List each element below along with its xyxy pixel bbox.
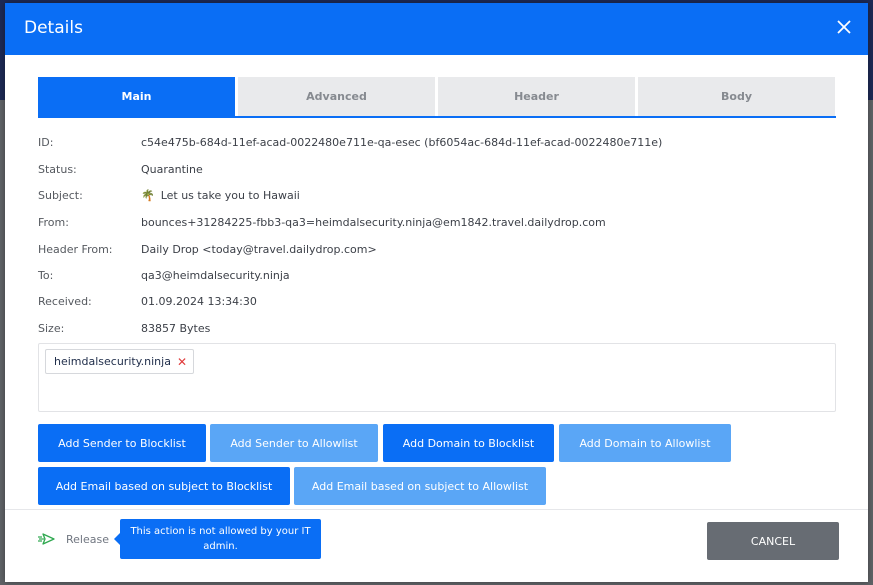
detail-label: Received: [38, 294, 92, 308]
detail-value-from: bounces+31284225-fbb3-qa3=heimdalsecurit… [141, 215, 606, 229]
release-button[interactable]: Release [38, 532, 109, 546]
detail-value-header-from: Daily Drop <today@travel.dailydrop.com> [141, 242, 377, 256]
close-icon[interactable] [834, 17, 854, 37]
detail-value-size: 83857 Bytes [141, 321, 211, 335]
detail-label: Status: [38, 162, 77, 176]
detail-value-to: qa3@heimdalsecurity.ninja [141, 268, 290, 282]
detail-label: To: [38, 268, 54, 282]
add-sender-allowlist-button[interactable]: Add Sender to Allowlist [210, 424, 378, 462]
release-label: Release [66, 532, 109, 546]
detail-row-received: Received: 01.09.2024 13:34:30 [38, 293, 257, 309]
detail-value-received: 01.09.2024 13:34:30 [141, 294, 257, 308]
detail-label: From: [38, 215, 69, 229]
detail-label: ID: [38, 135, 54, 149]
add-email-subject-allowlist-button[interactable]: Add Email based on subject to Allowlist [294, 467, 546, 505]
detail-label: Size: [38, 321, 65, 335]
tab-body[interactable]: Body [638, 77, 835, 116]
footer-divider [5, 509, 868, 510]
tab-bar: Main Advanced Header Body [38, 77, 836, 118]
detail-label: Header From: [38, 242, 113, 256]
tab-advanced[interactable]: Advanced [238, 77, 435, 116]
detail-row-header-from: Header From: Daily Drop <today@travel.da… [38, 241, 377, 257]
tab-main[interactable]: Main [38, 77, 235, 116]
domain-tags-input[interactable]: heimdalsecurity.ninja ✕ [38, 343, 836, 412]
detail-row-size: Size: 83857 Bytes [38, 320, 210, 336]
detail-row-subject: Subject: 🌴 Let us take you to Hawaii [38, 187, 300, 203]
tab-header[interactable]: Header [438, 77, 635, 116]
release-tooltip: This action is not allowed by your IT ad… [114, 519, 321, 559]
detail-value-status: Quarantine [141, 162, 203, 176]
detail-label: Subject: [38, 188, 83, 202]
send-icon [38, 533, 55, 545]
cancel-button[interactable]: CANCEL [707, 522, 839, 560]
add-domain-allowlist-button[interactable]: Add Domain to Allowlist [559, 424, 731, 462]
domain-tag-label: heimdalsecurity.ninja [54, 355, 171, 368]
detail-value-subject: Let us take you to Hawaii [160, 188, 300, 202]
close-icon[interactable]: ✕ [177, 355, 187, 369]
add-domain-blocklist-button[interactable]: Add Domain to Blocklist [383, 424, 554, 462]
detail-row-id: ID: c54e475b-684d-11ef-acad-0022480e711e… [38, 134, 662, 150]
detail-value-id: c54e475b-684d-11ef-acad-0022480e711e-qa-… [141, 135, 663, 149]
modal-title: Details [24, 18, 83, 38]
add-email-subject-blocklist-button[interactable]: Add Email based on subject to Blocklist [38, 467, 290, 505]
domain-tag: heimdalsecurity.ninja ✕ [45, 349, 194, 374]
palm-tree-icon: 🌴 [141, 188, 155, 202]
modal-header: Details [5, 3, 868, 55]
add-sender-blocklist-button[interactable]: Add Sender to Blocklist [38, 424, 206, 462]
detail-row-to: To: qa3@heimdalsecurity.ninja [38, 267, 290, 283]
detail-row-status: Status: Quarantine [38, 161, 203, 177]
detail-row-from: From: bounces+31284225-fbb3-qa3=heimdals… [38, 214, 606, 230]
details-modal: Details Main Advanced Header Body ID: c5… [5, 3, 868, 582]
